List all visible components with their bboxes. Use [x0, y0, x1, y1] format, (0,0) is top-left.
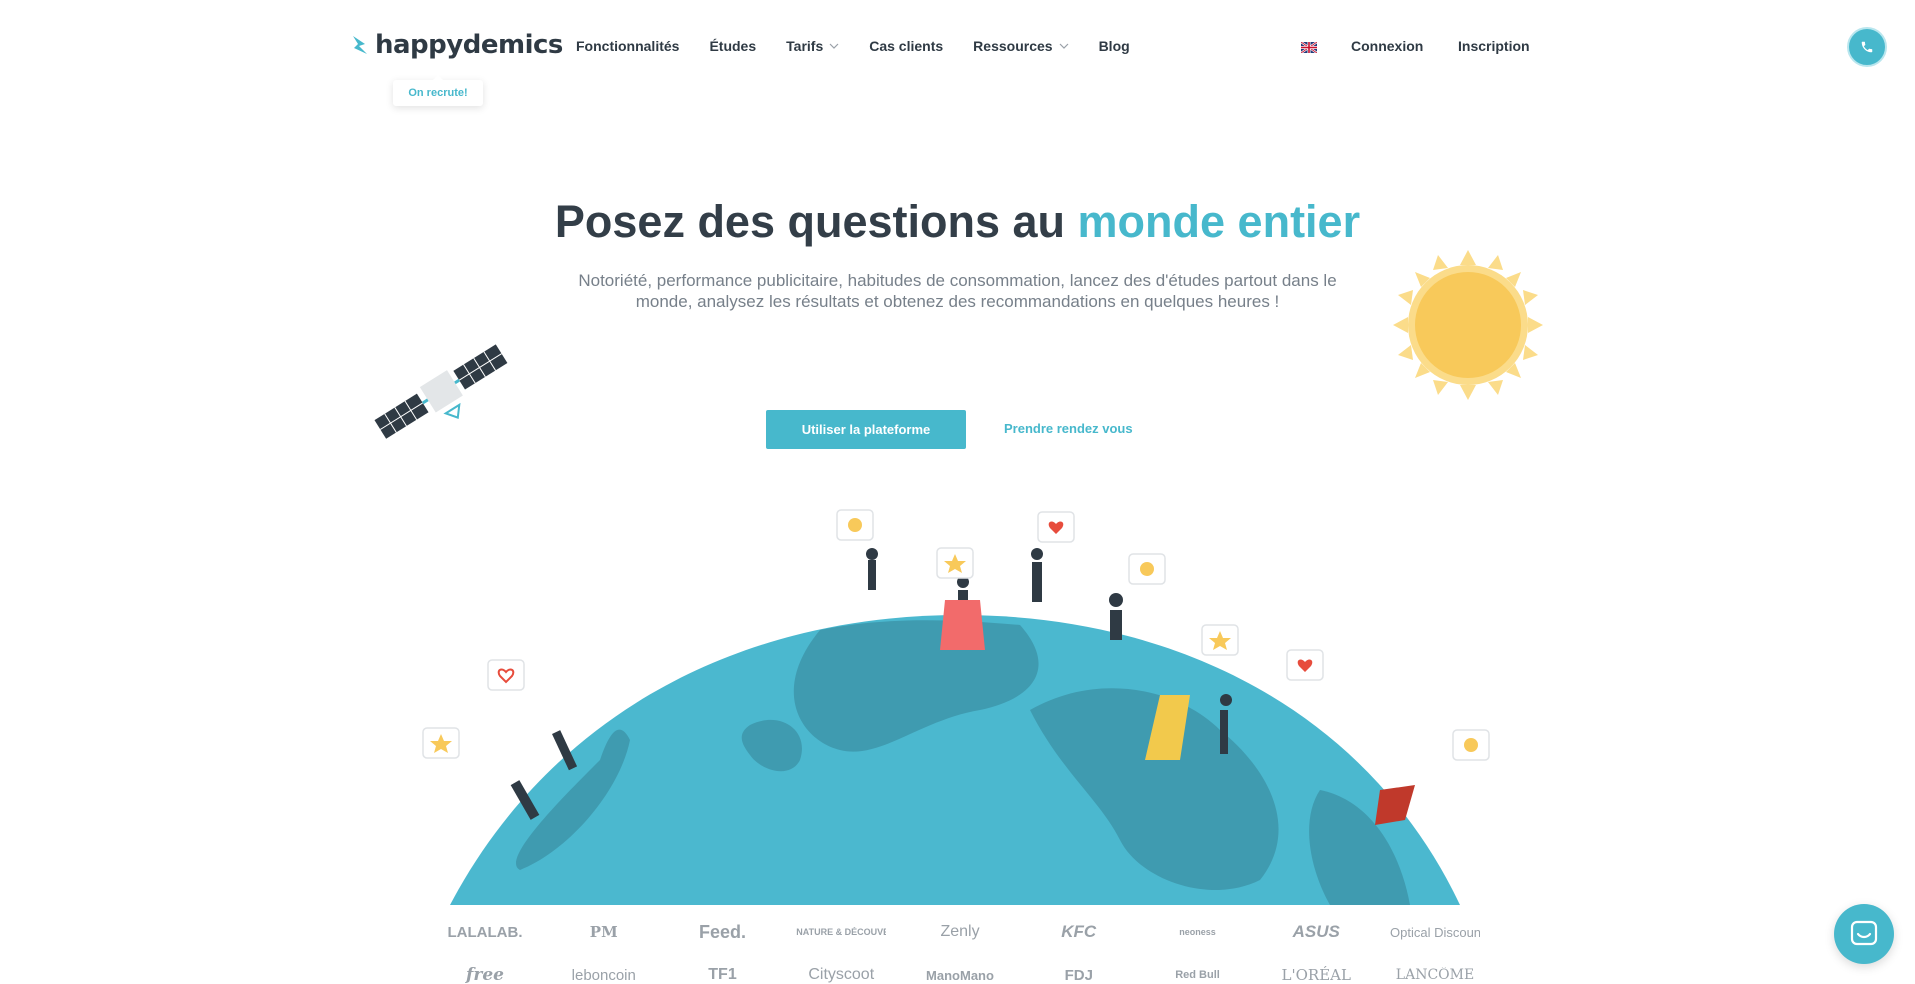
phone-icon: [1861, 41, 1873, 53]
client-logos-row: free leboncoin TF1 Cityscoot ManoMano FD…: [440, 961, 1480, 984]
uk-flag-icon[interactable]: [1301, 42, 1317, 53]
client-logo: Cityscoot: [808, 966, 875, 983]
client-logo: LANCÔME: [1395, 967, 1475, 983]
hero-title: Posez des questions au monde entier: [0, 196, 1915, 248]
hero-subtitle: Notoriété, performance publicitaire, hab…: [578, 271, 1337, 311]
recruit-badge[interactable]: On recrute!: [393, 75, 483, 106]
menu-item-label: Études: [709, 38, 757, 54]
client-logos: LALALAB. PM Feed. NATURE & DÉCOUVERTES Z…: [440, 918, 1481, 984]
client-logo: leboncoin: [571, 966, 636, 984]
globe-illustration: [422, 509, 1490, 905]
login-link[interactable]: Connexion: [1351, 38, 1423, 54]
client-logo: LALALAB.: [447, 923, 523, 941]
client-logo: neoness: [1179, 927, 1216, 937]
brand-name: happydemics: [375, 30, 563, 60]
client-logo: Red Bull: [1175, 969, 1220, 981]
main-menu: Fonctionnalités Études Tarifs Cas client…: [576, 38, 1160, 54]
menu-item-tarifs[interactable]: Tarifs: [786, 38, 839, 54]
brand-logo[interactable]: happydemics: [351, 30, 563, 60]
sun-illustration: [1393, 250, 1543, 400]
signup-link[interactable]: Inscription: [1458, 38, 1530, 54]
client-logo: FDJ: [1064, 966, 1093, 984]
client-logo: free: [466, 965, 504, 984]
menu-item-label: Tarifs: [786, 38, 824, 54]
menu-item-blog[interactable]: Blog: [1099, 38, 1130, 54]
hero-title-accent: monde entier: [1077, 196, 1361, 247]
use-platform-button[interactable]: Utiliser la plateforme: [766, 410, 966, 449]
chevron-down-icon: [829, 43, 839, 49]
menu-item-cas-clients[interactable]: Cas clients: [869, 38, 943, 54]
client-logo: TF1: [708, 966, 737, 983]
client-logo: KFC: [1061, 922, 1097, 941]
menu-item-fonctionnalites[interactable]: Fonctionnalités: [576, 38, 679, 54]
menu-item-label: Cas clients: [869, 38, 944, 54]
menu-item-etudes[interactable]: Études: [709, 38, 756, 54]
client-logo: NATURE & DÉCOUVERTES: [796, 927, 887, 937]
top-navigation: happydemics On recrute! Fonctionnalités …: [0, 0, 1915, 106]
menu-item-label: Fonctionnalités: [576, 38, 680, 54]
chevron-down-icon: [1059, 43, 1068, 49]
logo-bird-icon: [353, 36, 367, 54]
client-logo: ManoMano: [926, 967, 994, 983]
menu-item-ressources[interactable]: Ressources: [973, 38, 1068, 54]
client-logo: ASUS: [1292, 922, 1340, 941]
chat-button[interactable]: [1834, 904, 1894, 964]
book-meeting-link[interactable]: Prendre rendez vous: [1004, 421, 1133, 436]
satellite-illustration: [374, 344, 508, 439]
client-logo: Optical Discount: [1390, 924, 1480, 940]
client-logo: Feed.: [698, 921, 746, 942]
client-logo: L'ORÉAL: [1281, 966, 1351, 984]
phone-button[interactable]: [1847, 27, 1887, 67]
hero-title-start: Posez des questions au: [554, 196, 1066, 247]
client-logo: Zenly: [940, 923, 980, 940]
chat-icon: [1850, 920, 1878, 946]
client-logo: PM: [589, 923, 618, 941]
menu-item-label: Blog: [1098, 38, 1130, 54]
client-logos-row: LALALAB. PM Feed. NATURE & DÉCOUVERTES Z…: [440, 918, 1481, 946]
menu-item-label: Ressources: [973, 38, 1053, 54]
